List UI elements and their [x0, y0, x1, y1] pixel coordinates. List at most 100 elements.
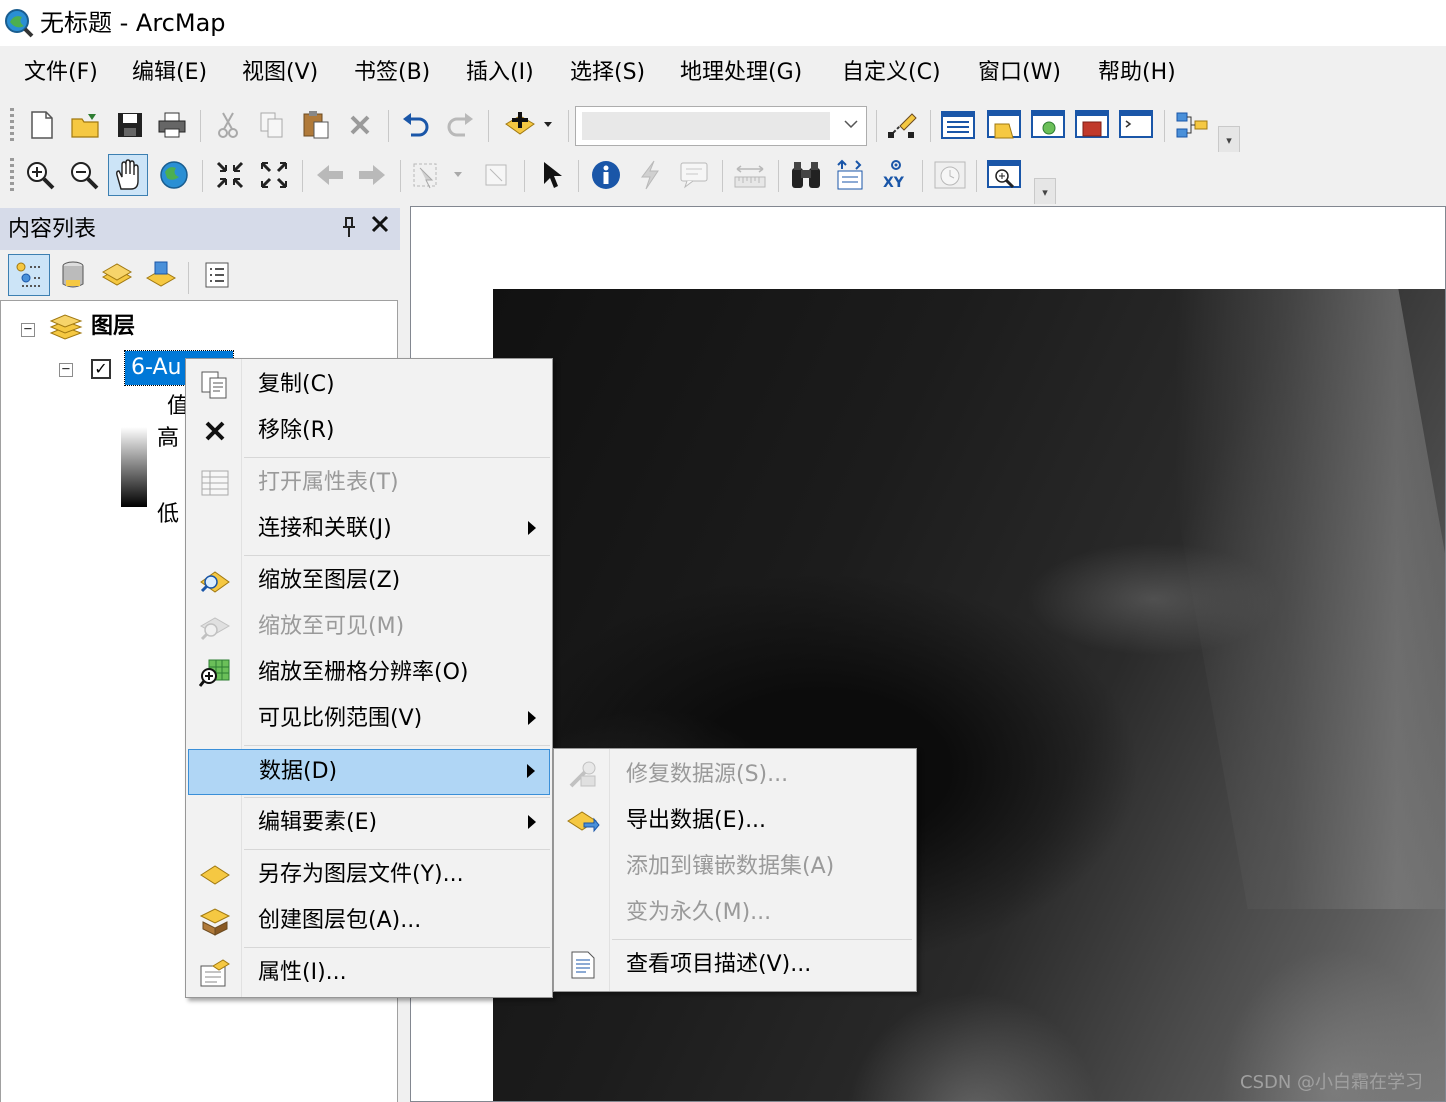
toolbar-separator — [922, 160, 923, 192]
menu-item-zoom-to-layer[interactable]: 缩放至图层(Z) — [188, 559, 550, 603]
menu-windows[interactable]: 窗口(W) — [978, 58, 1061, 88]
save-icon[interactable] — [110, 104, 150, 146]
map-scale-value[interactable] — [582, 112, 830, 140]
layer-package-icon — [198, 905, 232, 937]
copy-icon[interactable] — [252, 104, 292, 146]
viewer-window-icon[interactable] — [984, 154, 1024, 196]
layers-root-label[interactable]: 图层 — [91, 313, 135, 341]
open-folder-icon[interactable] — [66, 104, 106, 146]
menu-item-open-attribute-table[interactable]: 打开属性表(T) — [188, 461, 550, 505]
menu-item-edit-features[interactable]: 编辑要素(E) — [188, 801, 550, 845]
go-back-arrow-icon[interactable] — [310, 154, 350, 196]
new-document-icon[interactable] — [22, 104, 62, 146]
undo-icon[interactable] — [396, 104, 436, 146]
submenu-arrow-icon — [527, 764, 535, 778]
menu-insert[interactable]: 插入(I) — [466, 58, 534, 88]
menu-item-label: 变为永久(M)... — [626, 900, 772, 925]
pan-hand-icon[interactable] — [108, 154, 148, 196]
toc-options-icon[interactable] — [196, 254, 238, 296]
modelbuilder-icon[interactable] — [1172, 104, 1212, 146]
repair-data-source-icon — [566, 759, 600, 791]
toolbar-separator — [876, 110, 877, 142]
pin-icon[interactable] — [340, 216, 358, 243]
layer-file-icon — [198, 859, 232, 891]
arctoolbox-window-icon[interactable] — [1072, 104, 1112, 146]
menu-item-visible-scale-range[interactable]: 可见比例范围(V) — [188, 697, 550, 741]
menu-item-zoom-to-visible[interactable]: 缩放至可见(M) — [188, 605, 550, 649]
paste-icon[interactable] — [296, 104, 336, 146]
menu-item-properties[interactable]: 属性(I)... — [188, 951, 550, 995]
toolbar-separator — [400, 160, 401, 192]
menu-item-make-permanent[interactable]: 变为永久(M)... — [556, 891, 914, 935]
html-popup-icon[interactable] — [674, 154, 714, 196]
zoom-out-icon[interactable] — [64, 154, 104, 196]
menu-item-repair-data-source[interactable]: 修复数据源(S)... — [556, 753, 914, 797]
print-icon[interactable] — [152, 104, 192, 146]
copy-icon — [198, 369, 232, 401]
list-by-source-icon[interactable] — [52, 254, 94, 296]
fixed-zoom-out-icon[interactable] — [254, 154, 294, 196]
toc-title: 内容列表 — [8, 217, 97, 242]
menu-view[interactable]: 视图(V) — [242, 58, 318, 88]
menu-item-copy[interactable]: 复制(C) — [188, 363, 550, 407]
collapse-layers-toggle[interactable]: − — [21, 322, 35, 337]
collapse-layer-toggle[interactable]: − — [59, 362, 73, 377]
menu-help[interactable]: 帮助(H) — [1098, 58, 1176, 88]
menu-separator — [244, 849, 550, 850]
menu-bookmarks[interactable]: 书签(B) — [354, 58, 430, 88]
delete-icon[interactable] — [340, 104, 380, 146]
redo-icon[interactable] — [440, 104, 480, 146]
menu-geoprocessing[interactable]: 地理处理(G) — [680, 58, 802, 88]
list-by-selection-icon[interactable] — [140, 254, 182, 296]
menu-item-save-as-layer-file[interactable]: 另存为图层文件(Y)... — [188, 853, 550, 897]
chevron-down-icon[interactable] — [842, 115, 860, 133]
go-forward-arrow-icon[interactable] — [352, 154, 392, 196]
toolbar-separator — [202, 160, 203, 192]
menu-file[interactable]: 文件(F) — [24, 58, 98, 88]
menu-selection[interactable]: 选择(S) — [570, 58, 645, 88]
menu-separator — [244, 947, 550, 948]
full-extent-globe-icon[interactable] — [154, 154, 194, 196]
menu-item-label: 打开属性表(T) — [258, 470, 399, 495]
menu-item-export-data[interactable]: 导出数据(E)... — [556, 799, 914, 843]
table-of-contents-window-icon[interactable] — [938, 104, 978, 146]
measure-ruler-icon[interactable] — [730, 154, 770, 196]
menu-separator — [244, 457, 550, 458]
cut-icon[interactable] — [208, 104, 248, 146]
close-icon[interactable] — [370, 214, 390, 240]
toolbar-grip[interactable] — [10, 158, 14, 192]
menu-item-joins-relates[interactable]: 连接和关联(J) — [188, 507, 550, 551]
search-window-icon[interactable] — [1028, 104, 1068, 146]
editor-toolbar-icon[interactable] — [882, 104, 922, 146]
toolbar-grip[interactable] — [10, 108, 14, 142]
menu-item-create-layer-package[interactable]: 创建图层包(A)... — [188, 899, 550, 943]
catalog-window-icon[interactable] — [984, 104, 1024, 146]
select-elements-arrow-icon[interactable] — [532, 154, 572, 196]
menu-item-view-item-description[interactable]: 查看项目描述(V)... — [556, 943, 914, 987]
clear-selection-icon[interactable] — [476, 154, 516, 196]
go-to-xy-icon[interactable]: XY — [876, 154, 916, 196]
zoom-in-icon[interactable] — [20, 154, 60, 196]
hyperlink-lightning-icon[interactable] — [630, 154, 670, 196]
menu-item-remove[interactable]: 移除(R) — [188, 409, 550, 453]
toolbar-separator — [388, 110, 389, 142]
find-binoculars-icon[interactable] — [786, 154, 826, 196]
menu-edit[interactable]: 编辑(E) — [132, 58, 207, 88]
fixed-zoom-in-icon[interactable] — [210, 154, 250, 196]
find-route-icon[interactable] — [830, 154, 870, 196]
map-scale-combo[interactable] — [575, 106, 867, 146]
menu-item-data[interactable]: 数据(D) — [188, 749, 550, 795]
list-by-visibility-icon[interactable] — [96, 254, 138, 296]
identify-info-icon[interactable] — [586, 154, 626, 196]
toolbar-separator — [568, 110, 569, 142]
menu-customize[interactable]: 自定义(C) — [842, 58, 941, 88]
time-slider-icon[interactable] — [930, 154, 970, 196]
python-window-icon[interactable] — [1116, 104, 1156, 146]
select-features-icon[interactable] — [408, 154, 468, 196]
menu-item-add-to-mosaic-dataset[interactable]: 添加到镶嵌数据集(A) — [556, 845, 914, 889]
list-by-drawing-order-icon[interactable] — [8, 254, 50, 296]
properties-icon — [198, 957, 232, 989]
add-data-icon[interactable] — [496, 104, 560, 146]
menu-item-zoom-to-raster-resolution[interactable]: 缩放至栅格分辨率(O) — [188, 651, 550, 695]
layer-visibility-checkbox[interactable]: ✓ — [91, 359, 111, 379]
